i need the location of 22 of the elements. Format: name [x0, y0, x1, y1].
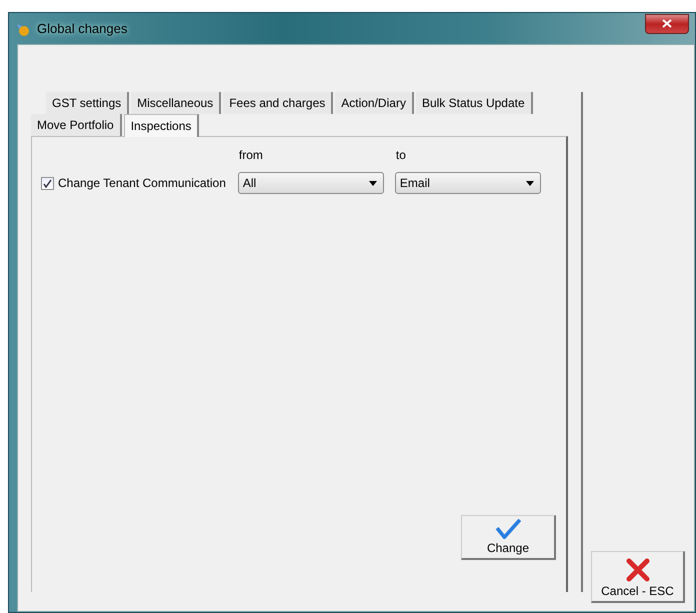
field-label: to — [394, 148, 407, 162]
cancel-button[interactable]: Cancel - ESC — [591, 551, 685, 603]
tab[interactable]: Inspections — [124, 114, 200, 137]
checkmark-icon — [494, 519, 522, 539]
window-title: Global changes — [37, 21, 128, 36]
caret-icon — [368, 180, 377, 186]
tab[interactable]: Fees and charges — [223, 92, 334, 114]
x-icon — [626, 558, 650, 582]
close-button[interactable] — [645, 14, 689, 34]
change-button[interactable]: Change — [461, 515, 556, 560]
dropdown[interactable]: All — [238, 172, 384, 194]
tab[interactable]: Move Portfolio — [31, 114, 122, 136]
caret-icon — [526, 180, 534, 186]
tab[interactable]: Bulk Status Update — [416, 92, 533, 114]
tab[interactable]: Miscellaneous — [131, 92, 222, 114]
checkbox-label: Change Tenant Communication — [58, 176, 226, 190]
tab[interactable]: GST settings — [46, 92, 130, 114]
close-icon — [662, 19, 672, 28]
tab[interactable]: Action/Diary — [335, 92, 414, 114]
dropdown[interactable]: Email — [394, 172, 541, 194]
checkbox[interactable] — [41, 176, 54, 190]
field-label: from — [238, 148, 264, 162]
